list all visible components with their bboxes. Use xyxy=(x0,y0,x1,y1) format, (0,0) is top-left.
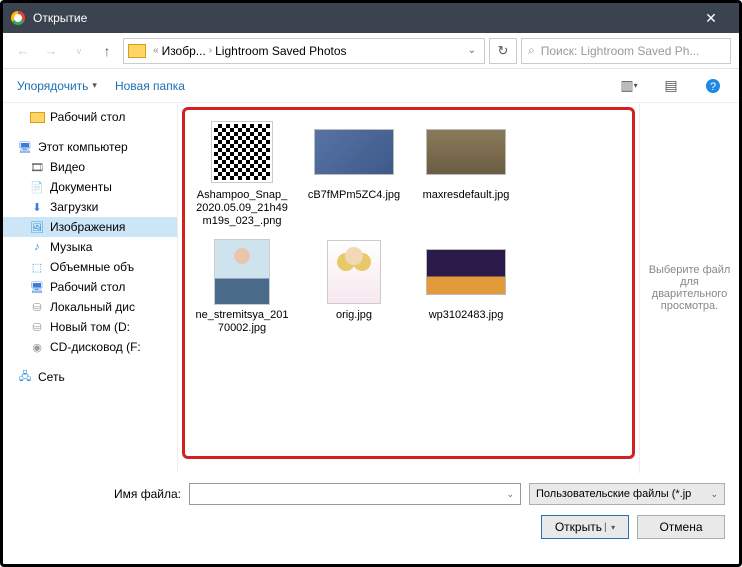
up-button[interactable]: ↑ xyxy=(95,39,119,63)
download-icon: ⬇ xyxy=(29,200,45,214)
chevron-icon: « xyxy=(152,45,160,56)
breadcrumb-segment[interactable]: Lightroom Saved Photos xyxy=(215,44,346,58)
file-name: Ashampoo_Snap_2020.05.09_21h49m19s_023_.… xyxy=(194,189,290,229)
svg-text:?: ? xyxy=(710,81,716,93)
chrome-icon xyxy=(11,11,25,25)
bottom-panel: Имя файла: ⌄ Пользовательские файлы (*.j… xyxy=(3,473,739,553)
breadcrumb[interactable]: « Изобр... › Lightroom Saved Photos ⌄ xyxy=(123,38,485,64)
titlebar: Открытие ✕ xyxy=(3,3,739,33)
sidebar-item-cddrive[interactable]: ◉CD-дисковод (F: xyxy=(3,337,177,357)
chevron-right-icon: › xyxy=(208,45,213,56)
pc-icon: 🖥 xyxy=(17,140,33,154)
filetype-dropdown[interactable]: Пользовательские файлы (*.jp ⌄ xyxy=(529,483,725,505)
breadcrumb-segment[interactable]: Изобр... xyxy=(162,44,206,58)
sidebar-item-thispc[interactable]: 🖥Этот компьютер xyxy=(3,137,177,157)
sidebar-item-downloads[interactable]: ⬇Загрузки xyxy=(3,197,177,217)
file-name: wp3102483.jpg xyxy=(429,309,504,322)
thumbnail xyxy=(310,239,398,305)
file-item[interactable]: Ashampoo_Snap_2020.05.09_21h49m19s_023_.… xyxy=(194,119,290,229)
disk-icon: ⛁ xyxy=(29,320,45,334)
organize-button[interactable]: Упорядочить ▾ xyxy=(17,79,97,93)
split-dropdown-icon[interactable]: ▏▾ xyxy=(605,523,615,532)
file-item[interactable]: maxresdefault.jpg xyxy=(418,119,514,229)
chevron-down-icon: ⌄ xyxy=(710,489,718,500)
sidebar-item-localdisk[interactable]: ⛁Локальный дис xyxy=(3,297,177,317)
cd-icon: ◉ xyxy=(29,340,45,354)
refresh-button[interactable]: ↻ xyxy=(489,38,517,64)
search-input[interactable]: ⌕ Поиск: Lightroom Saved Ph... xyxy=(521,38,731,64)
navbar: ← → v ↑ « Изобр... › Lightroom Saved Pho… xyxy=(3,33,739,69)
back-button[interactable]: ← xyxy=(11,39,35,63)
sidebar-item-network[interactable]: 🖧Сеть xyxy=(3,367,177,387)
preview-placeholder: Выберите файл для дварительного просмотр… xyxy=(646,264,733,312)
main-area: Рабочий стол 🖥Этот компьютер 🎞Видео 📄Док… xyxy=(3,103,739,473)
help-button[interactable]: ? xyxy=(701,74,725,98)
toolbar: Упорядочить ▾ Новая папка ▥ ▾ ▤ ? xyxy=(3,69,739,103)
music-icon: ♪ xyxy=(29,240,45,254)
chevron-down-icon[interactable]: ⌄ xyxy=(506,489,514,500)
sidebar-item-desktop[interactable]: Рабочий стол xyxy=(3,107,177,127)
preview-pane: Выберите файл для дварительного просмотр… xyxy=(639,103,739,473)
filename-label: Имя файла: xyxy=(17,487,181,501)
cancel-button[interactable]: Отмена xyxy=(637,515,725,539)
network-icon: 🖧 xyxy=(17,370,33,384)
file-item[interactable]: orig.jpg xyxy=(306,239,402,335)
sidebar: Рабочий стол 🖥Этот компьютер 🎞Видео 📄Док… xyxy=(3,103,178,473)
document-icon: 📄 xyxy=(29,180,45,194)
thumbnail xyxy=(422,239,510,305)
file-item[interactable]: cB7fMPm5ZC4.jpg xyxy=(306,119,402,229)
disk-icon: ⛁ xyxy=(29,300,45,314)
recent-dropdown[interactable]: v xyxy=(67,39,91,63)
thumbnail xyxy=(198,119,286,185)
new-folder-button[interactable]: Новая папка xyxy=(115,79,185,93)
file-item[interactable]: ne_stremitsya_20170002.jpg xyxy=(194,239,290,335)
file-name: ne_stremitsya_20170002.jpg xyxy=(194,309,290,335)
sidebar-item-volumes[interactable]: ⬚Объемные объ xyxy=(3,257,177,277)
preview-pane-button[interactable]: ▤ xyxy=(659,74,683,98)
thumbnail xyxy=(422,119,510,185)
window-title: Открытие xyxy=(33,11,691,25)
search-placeholder: Поиск: Lightroom Saved Ph... xyxy=(541,44,700,58)
search-icon: ⌕ xyxy=(528,43,535,58)
close-button[interactable]: ✕ xyxy=(691,10,731,27)
view-mode-button[interactable]: ▥ ▾ xyxy=(617,74,641,98)
forward-button[interactable]: → xyxy=(39,39,63,63)
file-item[interactable]: wp3102483.jpg xyxy=(418,239,514,335)
file-list: Ashampoo_Snap_2020.05.09_21h49m19s_023_.… xyxy=(178,103,639,473)
volume-icon: ⬚ xyxy=(29,260,45,274)
thumbnail xyxy=(310,119,398,185)
filename-input[interactable]: ⌄ xyxy=(189,483,521,505)
thumbnail xyxy=(198,239,286,305)
sidebar-item-music[interactable]: ♪Музыка xyxy=(3,237,177,257)
sidebar-item-video[interactable]: 🎞Видео xyxy=(3,157,177,177)
sidebar-item-newvolume[interactable]: ⛁Новый том (D: xyxy=(3,317,177,337)
file-name: cB7fMPm5ZC4.jpg xyxy=(308,189,400,202)
sidebar-item-desktop2[interactable]: 🖥Рабочий стол xyxy=(3,277,177,297)
sidebar-item-images[interactable]: 🖼Изображения xyxy=(3,217,177,237)
chevron-down-icon: ▾ xyxy=(92,80,97,91)
file-open-dialog: Открытие ✕ ← → v ↑ « Изобр... › Lightroo… xyxy=(0,0,742,567)
file-name: orig.jpg xyxy=(336,309,372,322)
file-name: maxresdefault.jpg xyxy=(423,189,510,202)
desktop-icon: 🖥 xyxy=(29,280,45,294)
folder-icon xyxy=(128,44,146,58)
open-button[interactable]: Открыть ▏▾ xyxy=(541,515,629,539)
video-icon: 🎞 xyxy=(29,160,45,174)
sidebar-item-documents[interactable]: 📄Документы xyxy=(3,177,177,197)
image-icon: 🖼 xyxy=(29,220,45,234)
breadcrumb-dropdown[interactable]: ⌄ xyxy=(464,45,480,56)
